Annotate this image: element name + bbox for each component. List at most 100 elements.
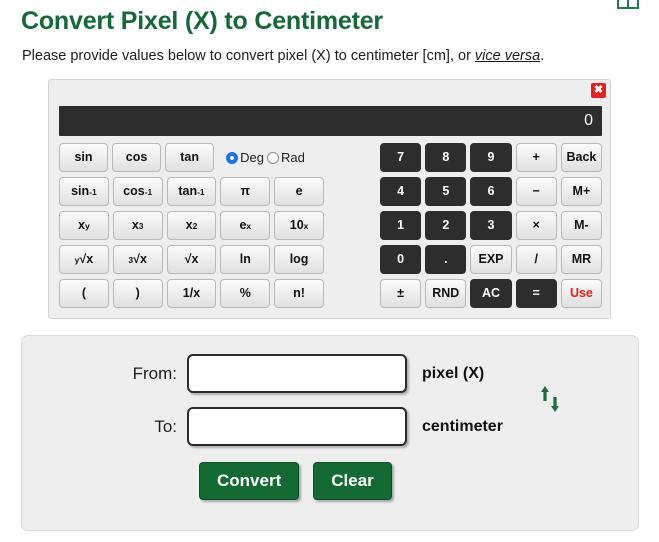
close-icon[interactable]: ✖	[591, 83, 606, 98]
number-key-row-5: ± RND AC = Use	[380, 279, 603, 308]
from-label: From:	[132, 363, 177, 383]
key-plus[interactable]: +	[515, 143, 557, 172]
function-key-row-4: y √ x 3 √ x √ x ln log	[59, 245, 324, 274]
key-exp[interactable]: EXP	[470, 245, 512, 274]
key-memory-minus[interactable]: M-	[560, 211, 603, 240]
key-e-pow-x-base: e	[239, 218, 247, 233]
key-4[interactable]: 4	[380, 177, 422, 206]
key-e[interactable]: e	[274, 177, 324, 206]
key-x-squared-base: x	[185, 218, 193, 233]
key-cube-root-x: x	[140, 252, 147, 267]
key-sqrt[interactable]: √ x	[166, 245, 217, 274]
key-8[interactable]: 8	[425, 143, 467, 172]
key-minus[interactable]: −	[515, 177, 557, 206]
number-key-row-4: 0 . EXP / MR	[380, 245, 603, 274]
key-cube-root[interactable]: 3 √ x	[112, 245, 163, 274]
key-sqrt-sym: √	[184, 252, 192, 267]
page-subtitle: Please provide values below to convert p…	[22, 48, 544, 64]
key-e-pow-x[interactable]: ex	[220, 211, 271, 240]
key-back[interactable]: Back	[560, 143, 603, 172]
key-multiply[interactable]: ×	[515, 211, 557, 240]
key-asin-base: sin	[71, 184, 90, 199]
key-sqrt-x: x	[191, 252, 199, 267]
calculator-number-keypad: 7 8 9 + Back 4 5 6 − M+ 1 2 3 × M- 0 . E…	[380, 143, 603, 313]
key-1[interactable]: 1	[380, 211, 422, 240]
key-yth-root[interactable]: y √ x	[59, 245, 109, 274]
angle-mode-group: Deg Rad	[218, 143, 324, 172]
from-row: From: pixel (X)	[22, 354, 484, 393]
number-key-row-2: 4 5 6 − M+	[380, 177, 603, 206]
function-key-row-1: sin cos tan Deg Rad	[59, 143, 324, 172]
from-unit-label: pixel (X)	[422, 364, 485, 382]
key-7[interactable]: 7	[380, 143, 422, 172]
key-yth-root-x: x	[86, 252, 94, 267]
key-yth-root-sym: √	[79, 252, 87, 267]
key-cube-root-sym: √	[133, 252, 141, 267]
key-cos[interactable]: cos	[112, 143, 162, 172]
to-input[interactable]	[187, 407, 407, 446]
key-paren-close[interactable]: )	[112, 279, 163, 308]
to-unit-label: centimeter	[422, 417, 503, 435]
radio-rad-dot[interactable]	[267, 151, 279, 164]
key-memory-recall[interactable]: MR	[560, 245, 603, 274]
key-acos-base: cos	[123, 184, 145, 199]
key-x-squared[interactable]: x2	[166, 211, 217, 240]
key-factorial[interactable]: n!	[274, 279, 324, 308]
key-memory-plus[interactable]: M+	[560, 177, 603, 206]
page-subtitle-text: Please provide values below to convert p…	[22, 48, 475, 64]
key-decimal[interactable]: .	[425, 245, 467, 274]
key-ln[interactable]: ln	[220, 245, 271, 274]
radio-rad[interactable]: Rad	[267, 150, 305, 165]
from-input[interactable]	[187, 354, 407, 393]
key-atan[interactable]: tan -1	[166, 177, 217, 206]
key-log[interactable]: log	[274, 245, 324, 274]
radio-deg-dot[interactable]	[226, 151, 239, 164]
key-divide[interactable]: /	[515, 245, 557, 274]
key-asin[interactable]: sin -1	[59, 177, 109, 206]
clear-button[interactable]: Clear	[313, 462, 392, 500]
calculator-display: 0	[59, 106, 602, 136]
swap-vertical-icon[interactable]	[538, 384, 564, 414]
key-sin[interactable]: sin	[59, 143, 109, 172]
vice-versa-link[interactable]: vice versa	[475, 48, 540, 64]
key-ten-pow-x[interactable]: 10 x	[274, 211, 324, 240]
key-2[interactable]: 2	[425, 211, 467, 240]
key-paren-open[interactable]: (	[59, 279, 109, 308]
key-0[interactable]: 0	[380, 245, 422, 274]
to-label: To:	[154, 416, 177, 436]
table-icon[interactable]	[617, 0, 639, 9]
radio-deg[interactable]: Deg	[226, 150, 264, 165]
key-use[interactable]: Use	[560, 279, 603, 308]
key-round[interactable]: RND	[425, 279, 467, 308]
key-all-clear[interactable]: AC	[470, 279, 512, 308]
conversion-form: From: pixel (X) To: centimeter Convert C…	[21, 335, 639, 531]
to-row: To: centimeter	[22, 407, 503, 446]
key-acos[interactable]: cos -1	[112, 177, 163, 206]
key-6[interactable]: 6	[470, 177, 512, 206]
key-percent[interactable]: %	[220, 279, 271, 308]
key-x-pow-y-base: x	[78, 218, 85, 233]
key-plus-minus[interactable]: ±	[380, 279, 422, 308]
key-9[interactable]: 9	[470, 143, 512, 172]
calculator-function-keypad: sin cos tan Deg Rad sin -1 cos -1 tan -1…	[59, 143, 324, 313]
radio-deg-label: Deg	[240, 150, 264, 165]
key-3[interactable]: 3	[470, 211, 512, 240]
page-title: Convert Pixel (X) to Centimeter	[21, 7, 383, 35]
page-subtitle-period: .	[540, 48, 545, 64]
number-key-row-3: 1 2 3 × M-	[380, 211, 603, 240]
page-root: Convert Pixel (X) to Centimeter Please p…	[0, 0, 659, 542]
key-reciprocal[interactable]: 1/x	[166, 279, 217, 308]
key-equals[interactable]: =	[515, 279, 557, 308]
radio-rad-label: Rad	[281, 150, 305, 165]
key-atan-base: tan	[178, 184, 198, 199]
key-ten-pow-x-base: 10	[289, 218, 304, 233]
key-x-pow-y[interactable]: xy	[59, 211, 109, 240]
form-buttons: Convert Clear	[199, 462, 392, 500]
convert-button[interactable]: Convert	[199, 462, 300, 500]
key-x-cubed-base: x	[131, 218, 139, 233]
number-key-row-1: 7 8 9 + Back	[380, 143, 603, 172]
key-pi[interactable]: π	[220, 177, 271, 206]
key-5[interactable]: 5	[425, 177, 467, 206]
key-tan[interactable]: tan	[165, 143, 215, 172]
key-x-cubed[interactable]: x3	[112, 211, 163, 240]
